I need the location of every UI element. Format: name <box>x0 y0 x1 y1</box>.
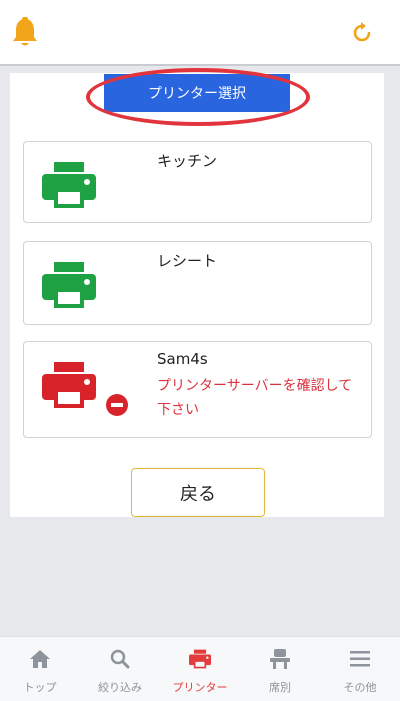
tab-label: トップ <box>23 681 57 694</box>
printer-icon <box>42 262 96 308</box>
error-badge-icon <box>106 394 128 416</box>
printer-icon <box>42 162 96 208</box>
app-header <box>0 0 400 66</box>
tab-seats[interactable]: 席別 <box>240 637 320 701</box>
tab-printer[interactable]: プリンター <box>160 637 240 701</box>
menu-icon <box>348 647 372 671</box>
refresh-icon[interactable] <box>348 16 376 50</box>
tab-label: 絞り込み <box>98 681 142 694</box>
printer-icon <box>188 647 212 671</box>
bell-icon[interactable] <box>9 16 41 50</box>
search-icon <box>108 647 132 671</box>
printer-icon <box>42 362 96 408</box>
printer-card-kitchen[interactable]: キッチン <box>23 141 372 223</box>
printer-select-button[interactable]: プリンター選択 <box>104 74 290 112</box>
back-button[interactable]: 戻る <box>131 468 265 517</box>
tab-filter[interactable]: 絞り込み <box>80 637 160 701</box>
tab-top[interactable]: トップ <box>0 637 80 701</box>
tab-label: 席別 <box>269 681 291 694</box>
printer-name: レシート <box>157 252 218 270</box>
printer-card-sam4s[interactable]: Sam4s プリンターサーバーを確認して下さい <box>23 341 372 438</box>
printer-error-message: プリンターサーバーを確認して下さい <box>157 378 353 418</box>
tab-other[interactable]: その他 <box>320 637 400 701</box>
bottom-tab-bar: トップ 絞り込み プリンター 席別 その他 <box>0 636 400 701</box>
tab-label: その他 <box>343 681 377 694</box>
printer-card-receipt[interactable]: レシート <box>23 241 372 325</box>
seat-icon <box>268 647 292 671</box>
home-icon <box>28 647 52 671</box>
printer-name: Sam4s <box>157 350 208 368</box>
printer-name: キッチン <box>157 152 218 170</box>
tab-label: プリンター <box>172 681 228 694</box>
